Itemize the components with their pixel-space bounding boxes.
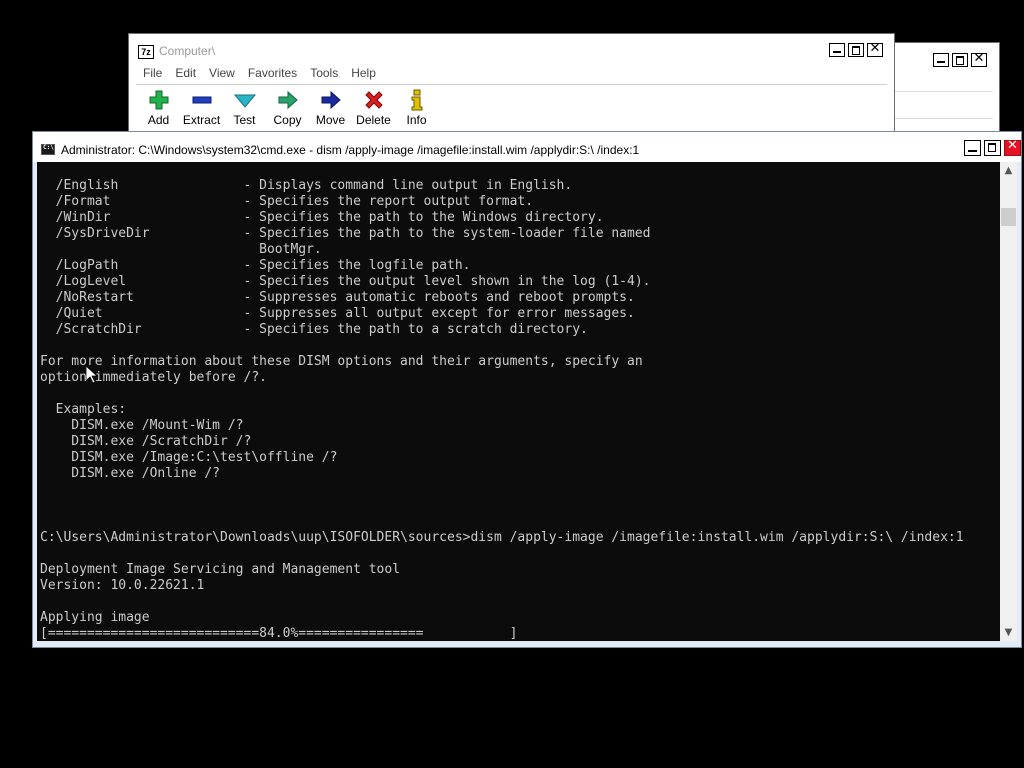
sevenzip-title: Computer\ [159,44,216,58]
console-text: /English - Displays command line output … [40,178,964,641]
address-field[interactable] [895,91,993,119]
minimize-button[interactable] [933,53,949,67]
move-button[interactable]: Move [309,88,352,127]
sevenzip-menubar: File Edit View Favorites Tools Help [143,66,389,80]
arrow-right-icon [277,88,299,112]
maximize-button[interactable] [952,53,968,67]
scrollbar-thumb[interactable] [1001,208,1016,226]
cmd-window: Administrator: C:\Windows\system32\cmd.e… [32,131,1022,648]
console-output-area[interactable]: /English - Displays command line output … [37,162,1000,641]
info-icon [406,88,428,112]
menu-divider [136,84,887,85]
minimize-button[interactable] [829,43,845,57]
sevenzip-toolbar: Add Extract Test Copy Move Delete Info [137,88,438,127]
menu-view[interactable]: View [209,66,235,80]
cmd-titlebar[interactable]: Administrator: C:\Windows\system32\cmd.e… [33,132,1021,162]
menu-favorites[interactable]: Favorites [248,66,297,80]
background-window: ✕ [895,42,1000,131]
info-button[interactable]: Info [395,88,438,127]
menu-file[interactable]: File [143,66,162,80]
sevenzip-window: 7z Computer\ ✕ File Edit View Favorites … [128,33,895,143]
scroll-down-icon[interactable]: ▼ [1000,624,1017,641]
extract-button[interactable]: Extract [180,88,223,127]
close-button[interactable]: ✕ [971,51,987,67]
sevenzip-titlebar[interactable]: 7z Computer\ ✕ [129,34,894,70]
add-button[interactable]: Add [137,88,180,127]
menu-tools[interactable]: Tools [310,66,338,80]
plus-icon [148,88,170,112]
console-icon [41,144,55,155]
minus-icon [191,88,213,112]
close-button[interactable]: ✕ [867,41,883,57]
test-button[interactable]: Test [223,88,266,127]
close-button[interactable]: ✕ [1004,138,1021,156]
close-icon: ✕ [1007,138,1018,153]
menu-edit[interactable]: Edit [175,66,196,80]
close-icon: ✕ [973,51,985,66]
maximize-button[interactable] [984,140,1001,156]
minimize-button[interactable] [964,140,981,156]
x-icon [363,88,385,112]
vertical-scrollbar[interactable]: ▲ ▼ [1000,162,1017,641]
cmd-title: Administrator: C:\Windows\system32\cmd.e… [61,143,640,157]
arrow-right-icon [320,88,342,112]
menu-help[interactable]: Help [351,66,376,80]
check-icon [233,88,256,112]
sevenzip-app-icon: 7z [138,45,154,59]
copy-button[interactable]: Copy [266,88,309,127]
delete-button[interactable]: Delete [352,88,395,127]
maximize-button[interactable] [848,43,864,57]
scroll-up-icon[interactable]: ▲ [1000,162,1017,179]
close-icon: ✕ [869,41,881,56]
